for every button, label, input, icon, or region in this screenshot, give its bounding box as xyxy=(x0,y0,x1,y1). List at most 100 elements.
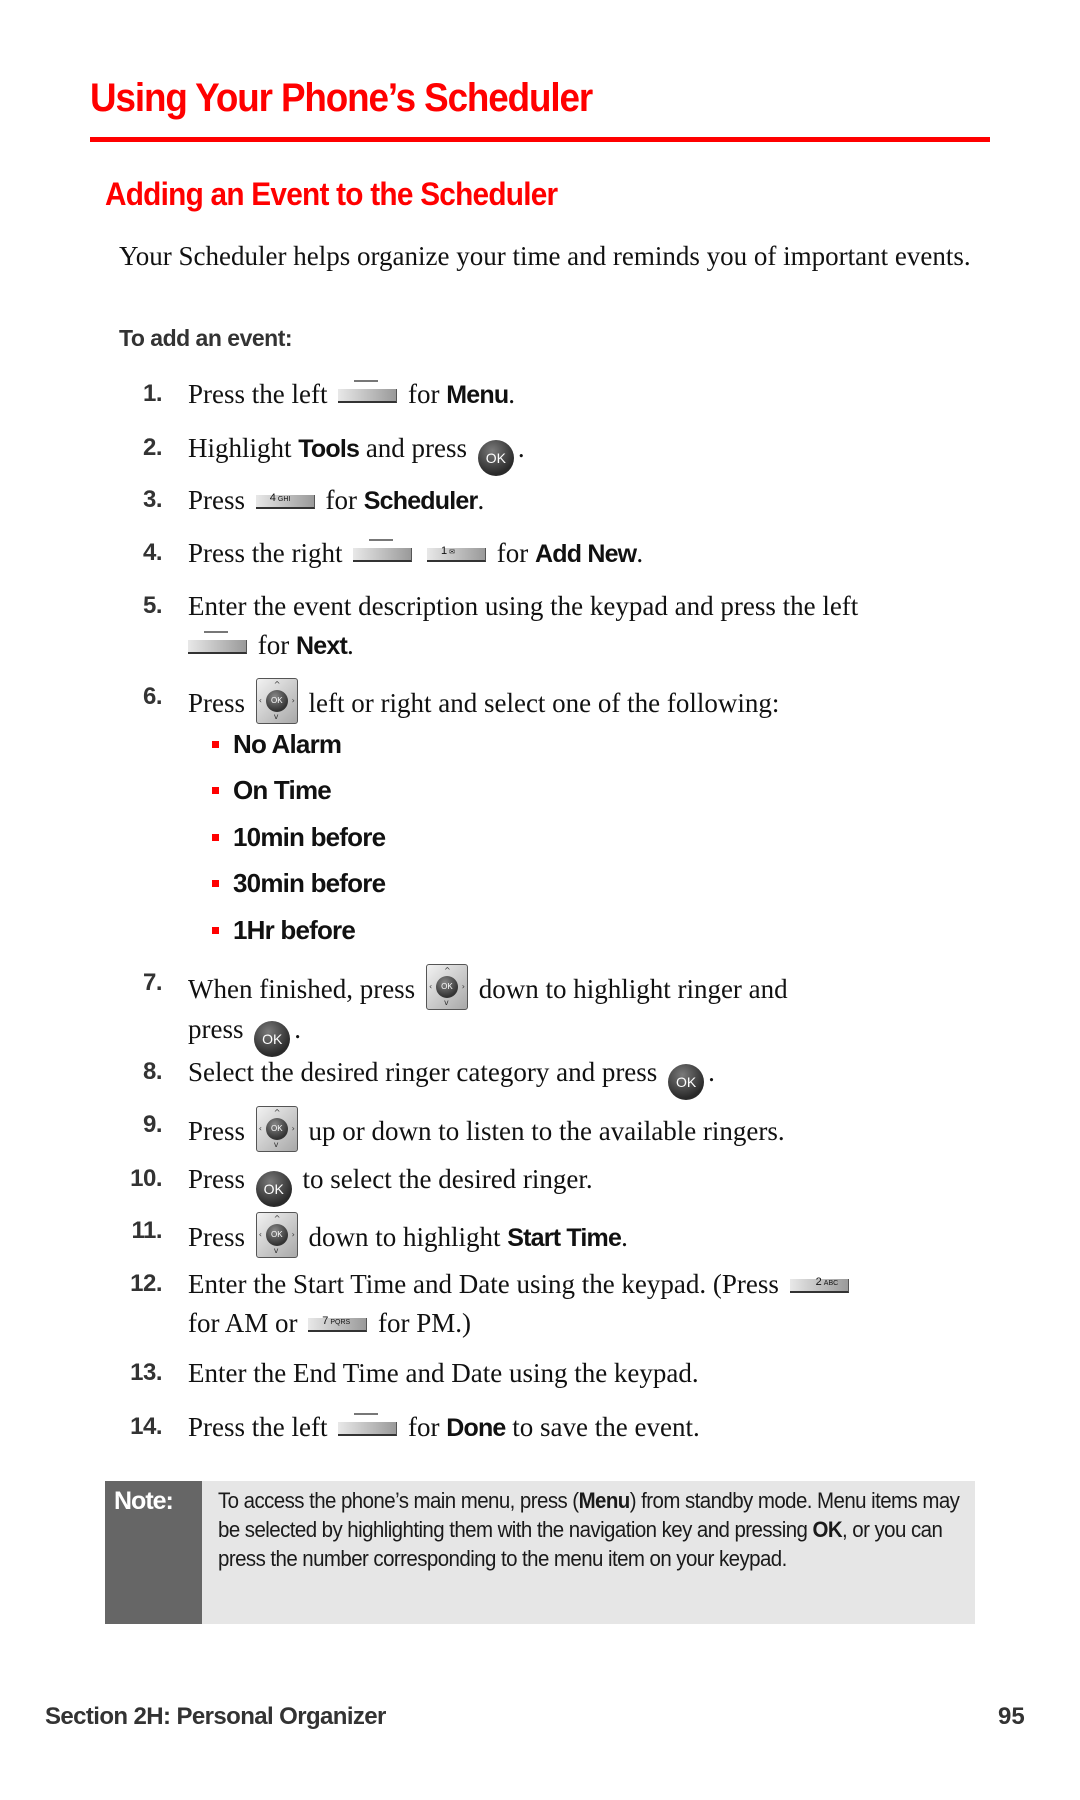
step-keyword: Menu xyxy=(446,381,509,409)
nav-up-arrow: ^ xyxy=(273,1108,281,1117)
step-punct: . xyxy=(477,485,485,515)
step-text: Press xyxy=(188,1164,246,1194)
right-softkey-icon xyxy=(353,539,413,562)
step-number: 5. xyxy=(142,592,163,619)
left-softkey-icon xyxy=(338,1413,398,1436)
step-text: Enter the event description using the ke… xyxy=(188,591,859,621)
nav-ok-center: OK xyxy=(435,976,458,998)
note-text: To access the phone’s main menu, press (… xyxy=(218,1486,968,1573)
step-text: Press the right xyxy=(188,538,343,568)
option-10min-before: 10min before xyxy=(212,821,386,853)
step-number: 4. xyxy=(142,539,163,566)
option-no-alarm: No Alarm xyxy=(212,728,342,760)
step-punct: . xyxy=(621,1222,628,1252)
note-keyword: Menu xyxy=(578,1488,631,1513)
nav-right-arrow: › xyxy=(291,1124,295,1133)
step-keyword: Scheduler xyxy=(363,487,478,515)
step-text: for AM or xyxy=(188,1308,298,1338)
nav-left-arrow: ‹ xyxy=(258,696,262,705)
left-softkey-icon xyxy=(338,380,398,403)
nav-right-arrow: › xyxy=(461,982,465,991)
nav-left-arrow: ‹ xyxy=(258,1230,262,1239)
step-text: to save the event. xyxy=(512,1412,700,1442)
voicemail-icon: ✉ xyxy=(449,549,455,556)
key-letters: GHI xyxy=(277,496,291,503)
step-number: 2. xyxy=(142,434,163,461)
note-text-part: To access the phone’s main menu, press ( xyxy=(218,1488,579,1513)
step-number: 3. xyxy=(142,486,163,513)
note-keyword: OK xyxy=(812,1517,843,1542)
step-number: 1. xyxy=(142,380,163,407)
step-number: 6. xyxy=(142,683,163,710)
step-number: 13. xyxy=(130,1359,162,1386)
navigation-key-icon: ^ ‹ › v OK xyxy=(255,1106,298,1152)
step-text: for xyxy=(496,538,529,568)
step-punct: . xyxy=(346,630,354,660)
navigation-key-icon: ^ ‹ › v OK xyxy=(255,678,298,724)
step-text: Select the desired ringer category and p… xyxy=(188,1057,658,1087)
step-number: 11. xyxy=(131,1217,162,1244)
step-punct: . xyxy=(708,1057,715,1087)
step-text: left or right and select one of the foll… xyxy=(308,688,780,718)
key-letters: ABC xyxy=(823,1280,839,1287)
step-text: Press xyxy=(188,1222,246,1252)
step-text: for xyxy=(325,485,357,515)
section-heading: Adding an Event to the Scheduler xyxy=(105,176,558,212)
step-number: 7. xyxy=(142,969,163,996)
key-digit: 1 xyxy=(441,545,448,557)
option-label: No Alarm xyxy=(233,729,342,759)
step-keyword: Tools xyxy=(298,435,360,463)
bullet-square-icon xyxy=(212,786,219,794)
navigation-key-icon: ^ ‹ › v OK xyxy=(425,964,468,1010)
step-text: When finished, press xyxy=(188,974,416,1004)
step-text: for PM.) xyxy=(378,1308,471,1338)
step-punct: . xyxy=(636,538,644,568)
nav-ok-center: OK xyxy=(265,690,288,712)
step-text: up or down to listen to the available ri… xyxy=(308,1116,785,1146)
nav-up-arrow: ^ xyxy=(273,680,281,689)
key-1-icon: 1 ✉ xyxy=(427,545,486,562)
key-4-icon: 4 GHI xyxy=(255,492,315,509)
note-label: Note: xyxy=(114,1487,174,1515)
nav-left-arrow: ‹ xyxy=(428,982,433,991)
step-text: for xyxy=(407,1412,440,1442)
nav-up-arrow: ^ xyxy=(443,966,451,975)
bullet-square-icon xyxy=(212,833,219,841)
step-text: Press the left xyxy=(188,379,328,409)
page-title: Using Your Phone’s Scheduler xyxy=(90,76,593,120)
ok-button-icon: OK xyxy=(477,440,514,476)
step-text: press xyxy=(188,1014,244,1044)
option-label: 10min before xyxy=(233,822,386,852)
key-2-icon: 2 ABC xyxy=(789,1276,849,1293)
step-text: Press the left xyxy=(188,1412,328,1442)
manual-page: Using Your Phone’s Scheduler Adding an E… xyxy=(0,0,1080,1800)
key-digit: 4 xyxy=(269,492,276,504)
page-number: 95 xyxy=(998,1703,1025,1730)
step-number: 9. xyxy=(142,1111,163,1138)
step-text: down to highlight xyxy=(308,1222,501,1252)
note-label-column: Note: xyxy=(105,1481,202,1624)
key-digit: 7 xyxy=(322,1315,329,1327)
step-text: for xyxy=(407,379,440,409)
step-text: and press xyxy=(365,433,468,463)
note-box: Note: To access the phone’s main menu, p… xyxy=(105,1481,975,1624)
option-label: On Time xyxy=(233,775,332,805)
ok-button-icon: OK xyxy=(254,1021,291,1057)
bullet-square-icon xyxy=(212,926,219,934)
nav-ok-center: OK xyxy=(265,1118,288,1140)
bullet-square-icon xyxy=(212,740,219,748)
step-keyword: Add New xyxy=(534,540,637,568)
procedure-lead: To add an event: xyxy=(119,325,293,351)
nav-down-arrow: v xyxy=(443,998,449,1007)
nav-left-arrow: ‹ xyxy=(258,1124,262,1133)
step-punct: . xyxy=(517,433,525,463)
step-text: for xyxy=(257,630,290,660)
nav-ok-center: OK xyxy=(265,1224,288,1246)
step-text: down to highlight ringer and xyxy=(478,974,788,1004)
key-letters: PQRS xyxy=(330,1319,351,1326)
step-number: 8. xyxy=(142,1058,163,1085)
step-keyword: Start Time xyxy=(507,1224,622,1252)
bullet-square-icon xyxy=(212,879,219,887)
option-1hr-before: 1Hr before xyxy=(212,914,356,946)
nav-right-arrow: › xyxy=(291,1230,295,1239)
